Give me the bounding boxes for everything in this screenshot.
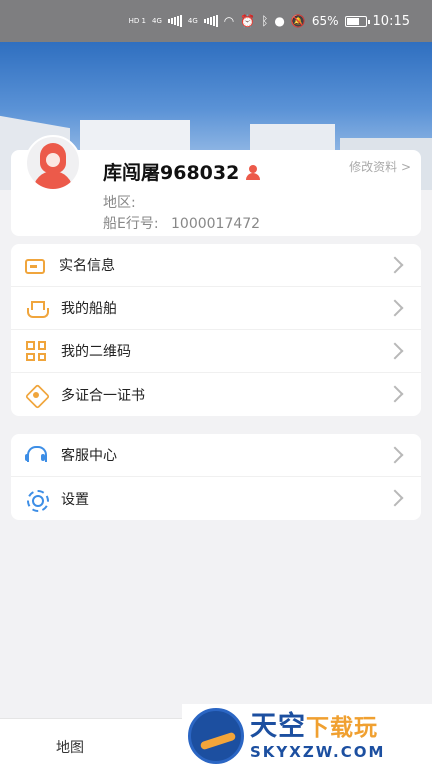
menu-item-label: 实名信息: [59, 258, 115, 274]
edit-profile-label: 修改资料: [349, 160, 398, 174]
menu-item-my-ships[interactable]: 我的船舶: [11, 287, 421, 330]
menu-item-my-qr-code[interactable]: 我的二维码: [11, 330, 421, 373]
location-icon: ●: [274, 14, 285, 28]
edit-profile-link[interactable]: 修改资料 >: [349, 158, 411, 175]
headset-icon: [25, 444, 47, 466]
mute-icon: 🔕: [290, 14, 306, 28]
chevron-right-icon: [386, 342, 404, 360]
chevron-right-icon: [386, 489, 404, 507]
ship-number: 船E行号: 1000017472: [103, 213, 260, 233]
id-card-icon: [25, 259, 45, 274]
watermark-url: SKYXZW.COM: [250, 742, 386, 761]
menu-item-label: 我的船舶: [61, 301, 117, 317]
hd-badge-1: HD 1: [128, 17, 146, 25]
username: 库闯屠968032: [103, 158, 261, 185]
menu-item-label: 设置: [61, 491, 89, 508]
menu-item-customer-service[interactable]: 客服中心: [11, 434, 421, 477]
chevron-right-icon: [386, 299, 404, 317]
user-icon: [245, 164, 261, 180]
watermark-title-main: 天空: [250, 710, 306, 742]
menu-item-label: 客服中心: [61, 448, 117, 464]
chevron-right-icon: [386, 385, 404, 403]
chevron-right-icon: >: [400, 160, 411, 174]
menu-group-account: 实名信息 我的船舶 我的二维码 多证合一证书: [11, 244, 421, 416]
ship-number-label: 船E行号:: [103, 216, 159, 232]
bluetooth-icon: ᛒ: [261, 14, 269, 28]
menu-group-support: 客服中心 设置: [11, 434, 421, 520]
qr-code-icon: [25, 340, 47, 362]
clock: 10:15: [372, 13, 410, 29]
menu-item-real-name-info[interactable]: 实名信息: [11, 244, 421, 287]
watermark-title-accent: 下载玩: [306, 714, 378, 741]
nav-tab-map[interactable]: 地图: [56, 737, 84, 757]
certificate-icon: [25, 384, 47, 406]
signal-icon-1: [167, 15, 182, 27]
region-label: 地区:: [103, 195, 136, 211]
watermark-logo-icon: [188, 708, 244, 764]
status-bar: HD 1 4G 4G ◠ ⏰ ᛒ ● 🔕 65% 10:15: [0, 0, 432, 42]
menu-item-certificate[interactable]: 多证合一证书: [11, 373, 421, 416]
ship-number-value: 1000017472: [171, 216, 261, 232]
menu-item-settings[interactable]: 设置: [11, 477, 421, 520]
alarm-icon: ⏰: [240, 14, 256, 28]
network-label-1: 4G: [152, 17, 162, 25]
watermark: 天空下载玩 SKYXZW.COM: [182, 704, 432, 768]
chevron-right-icon: [386, 446, 404, 464]
chevron-right-icon: [386, 256, 404, 274]
username-text: 库闯屠968032: [103, 162, 240, 184]
network-label-2: 4G: [187, 17, 198, 25]
watermark-title: 天空下载玩: [250, 710, 385, 743]
battery-percent: 65%: [311, 14, 339, 28]
menu-item-label: 多证合一证书: [61, 387, 145, 404]
wifi-icon: ◠: [223, 14, 235, 28]
battery-icon: [344, 15, 370, 27]
menu-item-label: 我的二维码: [61, 344, 131, 360]
avatar[interactable]: [25, 135, 81, 191]
signal-icon-2: [203, 15, 218, 27]
watermark-text: 天空下载玩 SKYXZW.COM: [250, 710, 386, 761]
ship-icon: [25, 297, 49, 319]
profile-card: 库闯屠968032 修改资料 > 地区: 船E行号: 1000017472: [11, 135, 421, 236]
gear-icon: [25, 488, 49, 512]
